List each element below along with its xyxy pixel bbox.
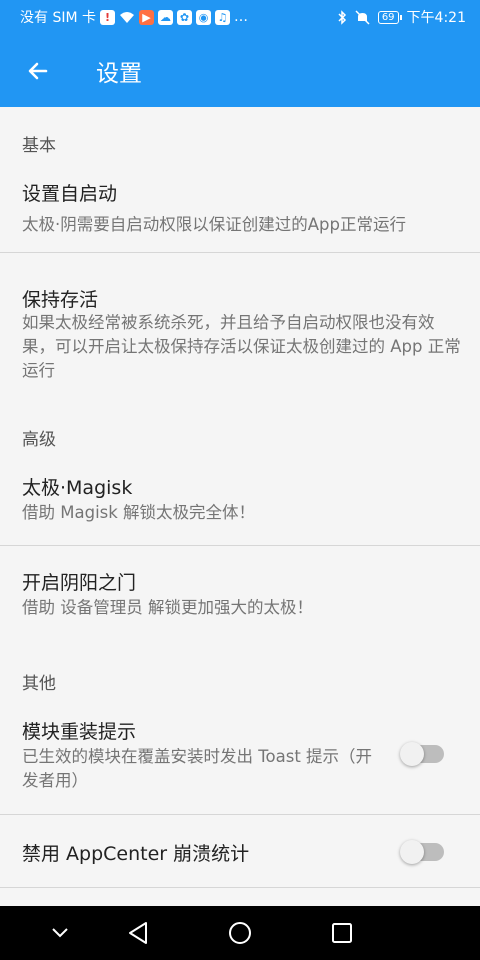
divider — [0, 887, 480, 888]
setting-auto-start[interactable]: 设置自启动 太极·阴需要自启动权限以保证创建过的App正常运行 — [0, 165, 480, 251]
clock: 下午4:21 — [406, 10, 466, 26]
setting-title: 模块重装提示 — [22, 721, 137, 743]
carrier-text: 没有 SIM 卡 — [20, 10, 96, 26]
toggle-thumb — [400, 840, 424, 864]
recents-square-icon — [332, 923, 352, 943]
back-button[interactable] — [0, 34, 76, 107]
navigation-bar — [0, 906, 480, 960]
setting-title: 禁用 AppCenter 崩溃统计 — [22, 843, 250, 865]
setting-subtitle: 借助 Magisk 解锁太极完全体！ — [22, 503, 256, 522]
section-header-advanced: 高级 — [22, 430, 56, 450]
sim-warning-icon: ! — [100, 9, 115, 25]
setting-title: 开启阴阳之门 — [22, 572, 137, 594]
nav-recents-button[interactable] — [312, 906, 372, 960]
status-right: 69 下午4:21 — [337, 7, 466, 27]
back-arrow-icon — [28, 62, 48, 79]
play-app-icon: ▶ — [139, 9, 154, 25]
section-header-basic: 基本 — [22, 136, 56, 156]
mute-icon — [355, 9, 370, 25]
setting-title: 保持存活 — [22, 289, 99, 311]
setting-subtitle: 如果太极经常被系统杀死，并且给予自启动权限也没有效果，可以开启让太极保持存活以保… — [22, 313, 461, 380]
toggle-thumb — [400, 742, 424, 766]
bluetooth-icon — [338, 9, 346, 25]
nav-back-button[interactable] — [108, 906, 168, 960]
setting-title: 设置自启动 — [22, 183, 118, 205]
setting-keep-alive[interactable]: 保持存活 如果太极经常被系统杀死，并且给予自启动权限也没有效果，可以开启让太极保… — [0, 253, 480, 409]
setting-subtitle: 太极·阴需要自启动权限以保证创建过的App正常运行 — [22, 215, 406, 234]
music-app-icon: ♫ — [215, 9, 230, 25]
more-icon: … — [234, 9, 248, 25]
setting-subtitle: 已生效的模块在覆盖安装时发出 Toast 提示（开发者用） — [22, 747, 373, 790]
setting-subtitle: 借助 设备管理员 解锁更加强大的太极！ — [22, 598, 313, 617]
baidu-app-icon: ✿ — [177, 9, 192, 25]
section-header-other: 其他 — [22, 674, 56, 694]
setting-title: 太极·Magisk — [22, 477, 133, 499]
nav-home-button[interactable] — [210, 906, 270, 960]
status-bar: 没有 SIM 卡 ! ▶ ☁ ✿ ◉ ♫ … 69 下午4:21 — [0, 0, 480, 34]
back-triangle-icon — [129, 922, 147, 944]
hide-nav-icon — [52, 928, 68, 938]
module-reinstall-toggle[interactable] — [400, 742, 444, 766]
setting-module-reinstall[interactable]: 模块重装提示 已生效的模块在覆盖安装时发出 Toast 提示（开发者用） — [0, 699, 480, 813]
bulb-app-icon: ◉ — [196, 9, 211, 25]
disable-appcenter-toggle[interactable] — [400, 840, 444, 864]
setting-disable-appcenter[interactable]: 禁用 AppCenter 崩溃统计 — [0, 815, 480, 887]
setting-yinyang-gate[interactable]: 开启阴阳之门 借助 设备管理员 解锁更加强大的太极！ — [0, 546, 480, 654]
app-bar: 设置 — [0, 34, 480, 107]
page-title: 设置 — [96, 60, 142, 87]
status-left: 没有 SIM 卡 ! ▶ ☁ ✿ ◉ ♫ … — [20, 7, 337, 27]
hide-nav-button[interactable] — [30, 906, 90, 960]
setting-magisk[interactable]: 太极·Magisk 借助 Magisk 解锁太极完全体！ — [0, 451, 480, 545]
cloud-app-icon: ☁ — [158, 9, 173, 25]
wifi-icon — [120, 12, 134, 23]
home-circle-icon — [229, 922, 251, 944]
battery-indicator: 69 — [377, 10, 402, 24]
